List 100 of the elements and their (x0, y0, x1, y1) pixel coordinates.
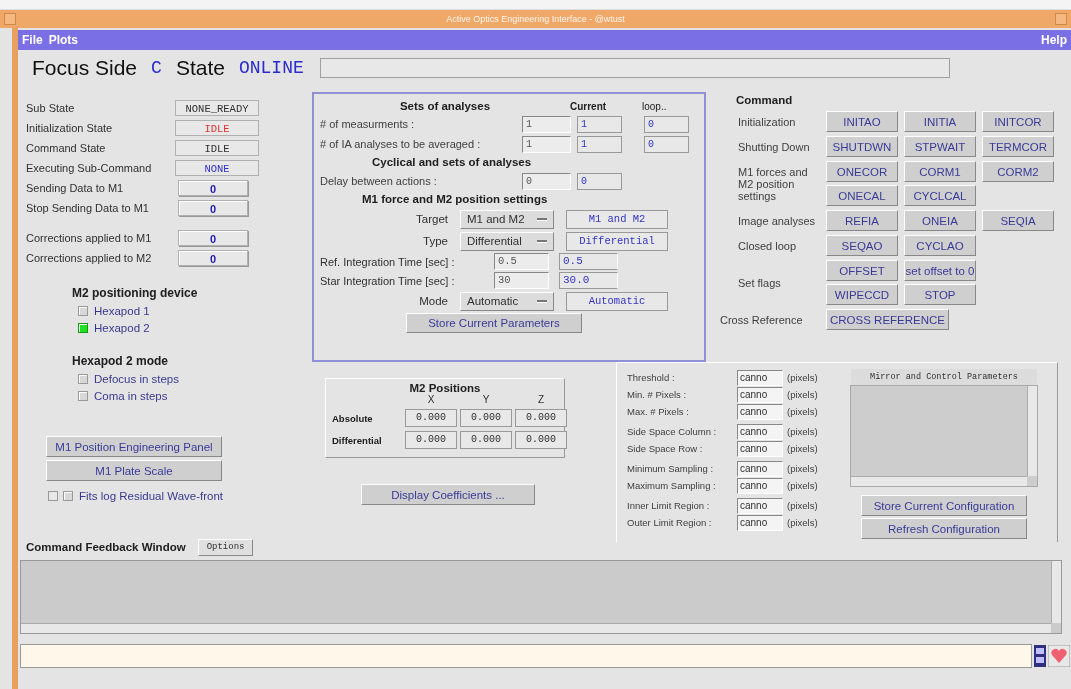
vertical-scrollbar[interactable] (1027, 386, 1037, 476)
command-button[interactable]: CROSS REFERENCE (826, 309, 950, 330)
command-button[interactable]: CYCLCAL (904, 185, 976, 206)
command-group-label: Initialization (737, 115, 797, 128)
command-button[interactable]: INITAO (826, 111, 898, 132)
column-header: Y (481, 394, 491, 405)
display-coefficients-button[interactable]: Display Coefficients ... (361, 484, 535, 505)
radio-indicator[interactable] (78, 305, 88, 316)
checkbox[interactable] (78, 390, 88, 401)
input-field[interactable]: 30 (494, 272, 549, 289)
command-button[interactable]: INITIA (904, 111, 976, 132)
parameters-list[interactable] (850, 385, 1038, 487)
option-label[interactable]: Fits log Residual Wave-front (79, 490, 223, 502)
window-control-icon[interactable] (1055, 13, 1067, 25)
command-button[interactable]: SHUTDWN (826, 136, 898, 157)
dropdown[interactable]: M1 and M2 (460, 209, 554, 229)
command-button[interactable]: SEQIA (982, 210, 1054, 231)
configuration-button[interactable]: Refresh Configuration (861, 518, 1027, 539)
command-group-label: Image analyses (737, 214, 817, 227)
input-field[interactable]: 1 (522, 135, 571, 153)
current-value: 1 (577, 135, 622, 153)
command-button[interactable]: REFIA (826, 210, 898, 231)
command-button[interactable]: WIPECCD (826, 284, 898, 305)
input-field[interactable]: canno (737, 369, 783, 386)
loop-value: 0 (644, 115, 689, 133)
horizontal-scrollbar[interactable] (21, 623, 1051, 633)
input-field[interactable]: 0 (522, 172, 571, 190)
input-field[interactable]: canno (737, 440, 783, 457)
unit-label: (pixels) (787, 500, 818, 511)
options-button[interactable]: Options (197, 538, 254, 556)
dropdown[interactable]: Differential (460, 231, 554, 251)
store-parameters-button[interactable]: Store Current Parameters (406, 313, 582, 333)
option-label[interactable]: Coma in steps (94, 389, 168, 402)
input-field[interactable]: canno (737, 403, 783, 420)
unit-label: (pixels) (787, 463, 818, 474)
menu-item[interactable]: Plots (48, 33, 78, 47)
option-label[interactable]: Defocus in steps (94, 372, 179, 385)
command-button[interactable]: OFFSET (826, 260, 898, 281)
panel-button[interactable]: M1 Plate Scale (46, 460, 222, 481)
command-button[interactable]: ONECOR (826, 161, 898, 182)
command-button[interactable]: TERMCOR (982, 136, 1054, 157)
command-button[interactable]: STOP (904, 284, 976, 305)
input-field[interactable]: canno (737, 460, 783, 477)
current-value: Differential (566, 231, 668, 251)
position-value: 0.000 (405, 431, 457, 449)
dropdown[interactable]: Automatic (460, 291, 554, 311)
column-header: Current (570, 100, 608, 112)
input-field[interactable]: canno (737, 514, 783, 531)
menu-item[interactable]: File (22, 33, 43, 47)
command-button[interactable]: set offset to 0 (904, 260, 976, 281)
position-value: 0.000 (405, 409, 457, 427)
status-label: Stop Sending Data to M1 (26, 202, 150, 214)
command-button[interactable]: ONECAL (826, 185, 898, 206)
window-menu-icon[interactable] (4, 13, 16, 25)
input-field[interactable]: 0.5 (494, 253, 549, 270)
field-label: # of measurments : (320, 118, 416, 130)
section-title: Command Feedback Window (26, 541, 186, 553)
position-value: 0.000 (460, 409, 512, 427)
position-value: 0.000 (460, 431, 512, 449)
box-icon[interactable] (48, 491, 58, 501)
field-label: Minimum Sampling : (627, 463, 715, 474)
input-field[interactable]: 1 (522, 115, 571, 133)
field-label: Mode (418, 295, 449, 307)
radio-indicator[interactable] (78, 322, 88, 333)
status-counter: 0 (178, 230, 248, 246)
command-button[interactable]: SEQAO (826, 235, 898, 256)
input-field[interactable]: canno (737, 386, 783, 403)
section-title: M2 positioning device (72, 286, 199, 300)
dropdown-indicator-icon (537, 217, 547, 221)
command-button[interactable]: CORM2 (982, 161, 1054, 182)
input-field[interactable]: canno (737, 497, 783, 514)
feedback-text-area[interactable] (20, 560, 1062, 634)
section-title: Sets of analyses (398, 100, 492, 112)
command-group-label: M1 forces and M2 position settings (737, 165, 809, 202)
field-label: Delay between actions : (320, 175, 438, 187)
command-input-field[interactable] (20, 644, 1032, 668)
unit-label: (pixels) (787, 480, 818, 491)
command-button[interactable]: ONEIA (904, 210, 976, 231)
panel-button[interactable]: M1 Position Engineering Panel (46, 436, 222, 457)
command-button[interactable]: CYCLAO (904, 235, 976, 256)
checkbox[interactable] (78, 373, 88, 384)
checkbox[interactable] (63, 491, 73, 501)
section-title: Hexapod 2 mode (72, 354, 170, 368)
unit-label: (pixels) (787, 389, 818, 400)
option-label[interactable]: Hexapod 1 (94, 304, 150, 317)
current-value: 1 (577, 115, 622, 133)
vertical-scrollbar[interactable] (1051, 561, 1061, 623)
unit-label: (pixels) (787, 517, 818, 528)
menu-item[interactable]: Help (1041, 33, 1067, 47)
command-button[interactable]: STPWAIT (904, 136, 976, 157)
input-field[interactable]: canno (737, 477, 783, 494)
command-button[interactable]: CORM1 (904, 161, 976, 182)
option-label[interactable]: Hexapod 2 (94, 321, 150, 334)
field-label: Inner Limit Region : (627, 500, 711, 511)
input-field[interactable]: canno (737, 423, 783, 440)
command-button[interactable]: INITCOR (982, 111, 1054, 132)
unit-label: (pixels) (787, 426, 818, 437)
field-label: Ref. Integration Time [sec] : (320, 255, 456, 268)
configuration-button[interactable]: Store Current Configuration (861, 495, 1027, 516)
horizontal-scrollbar[interactable] (851, 476, 1027, 486)
